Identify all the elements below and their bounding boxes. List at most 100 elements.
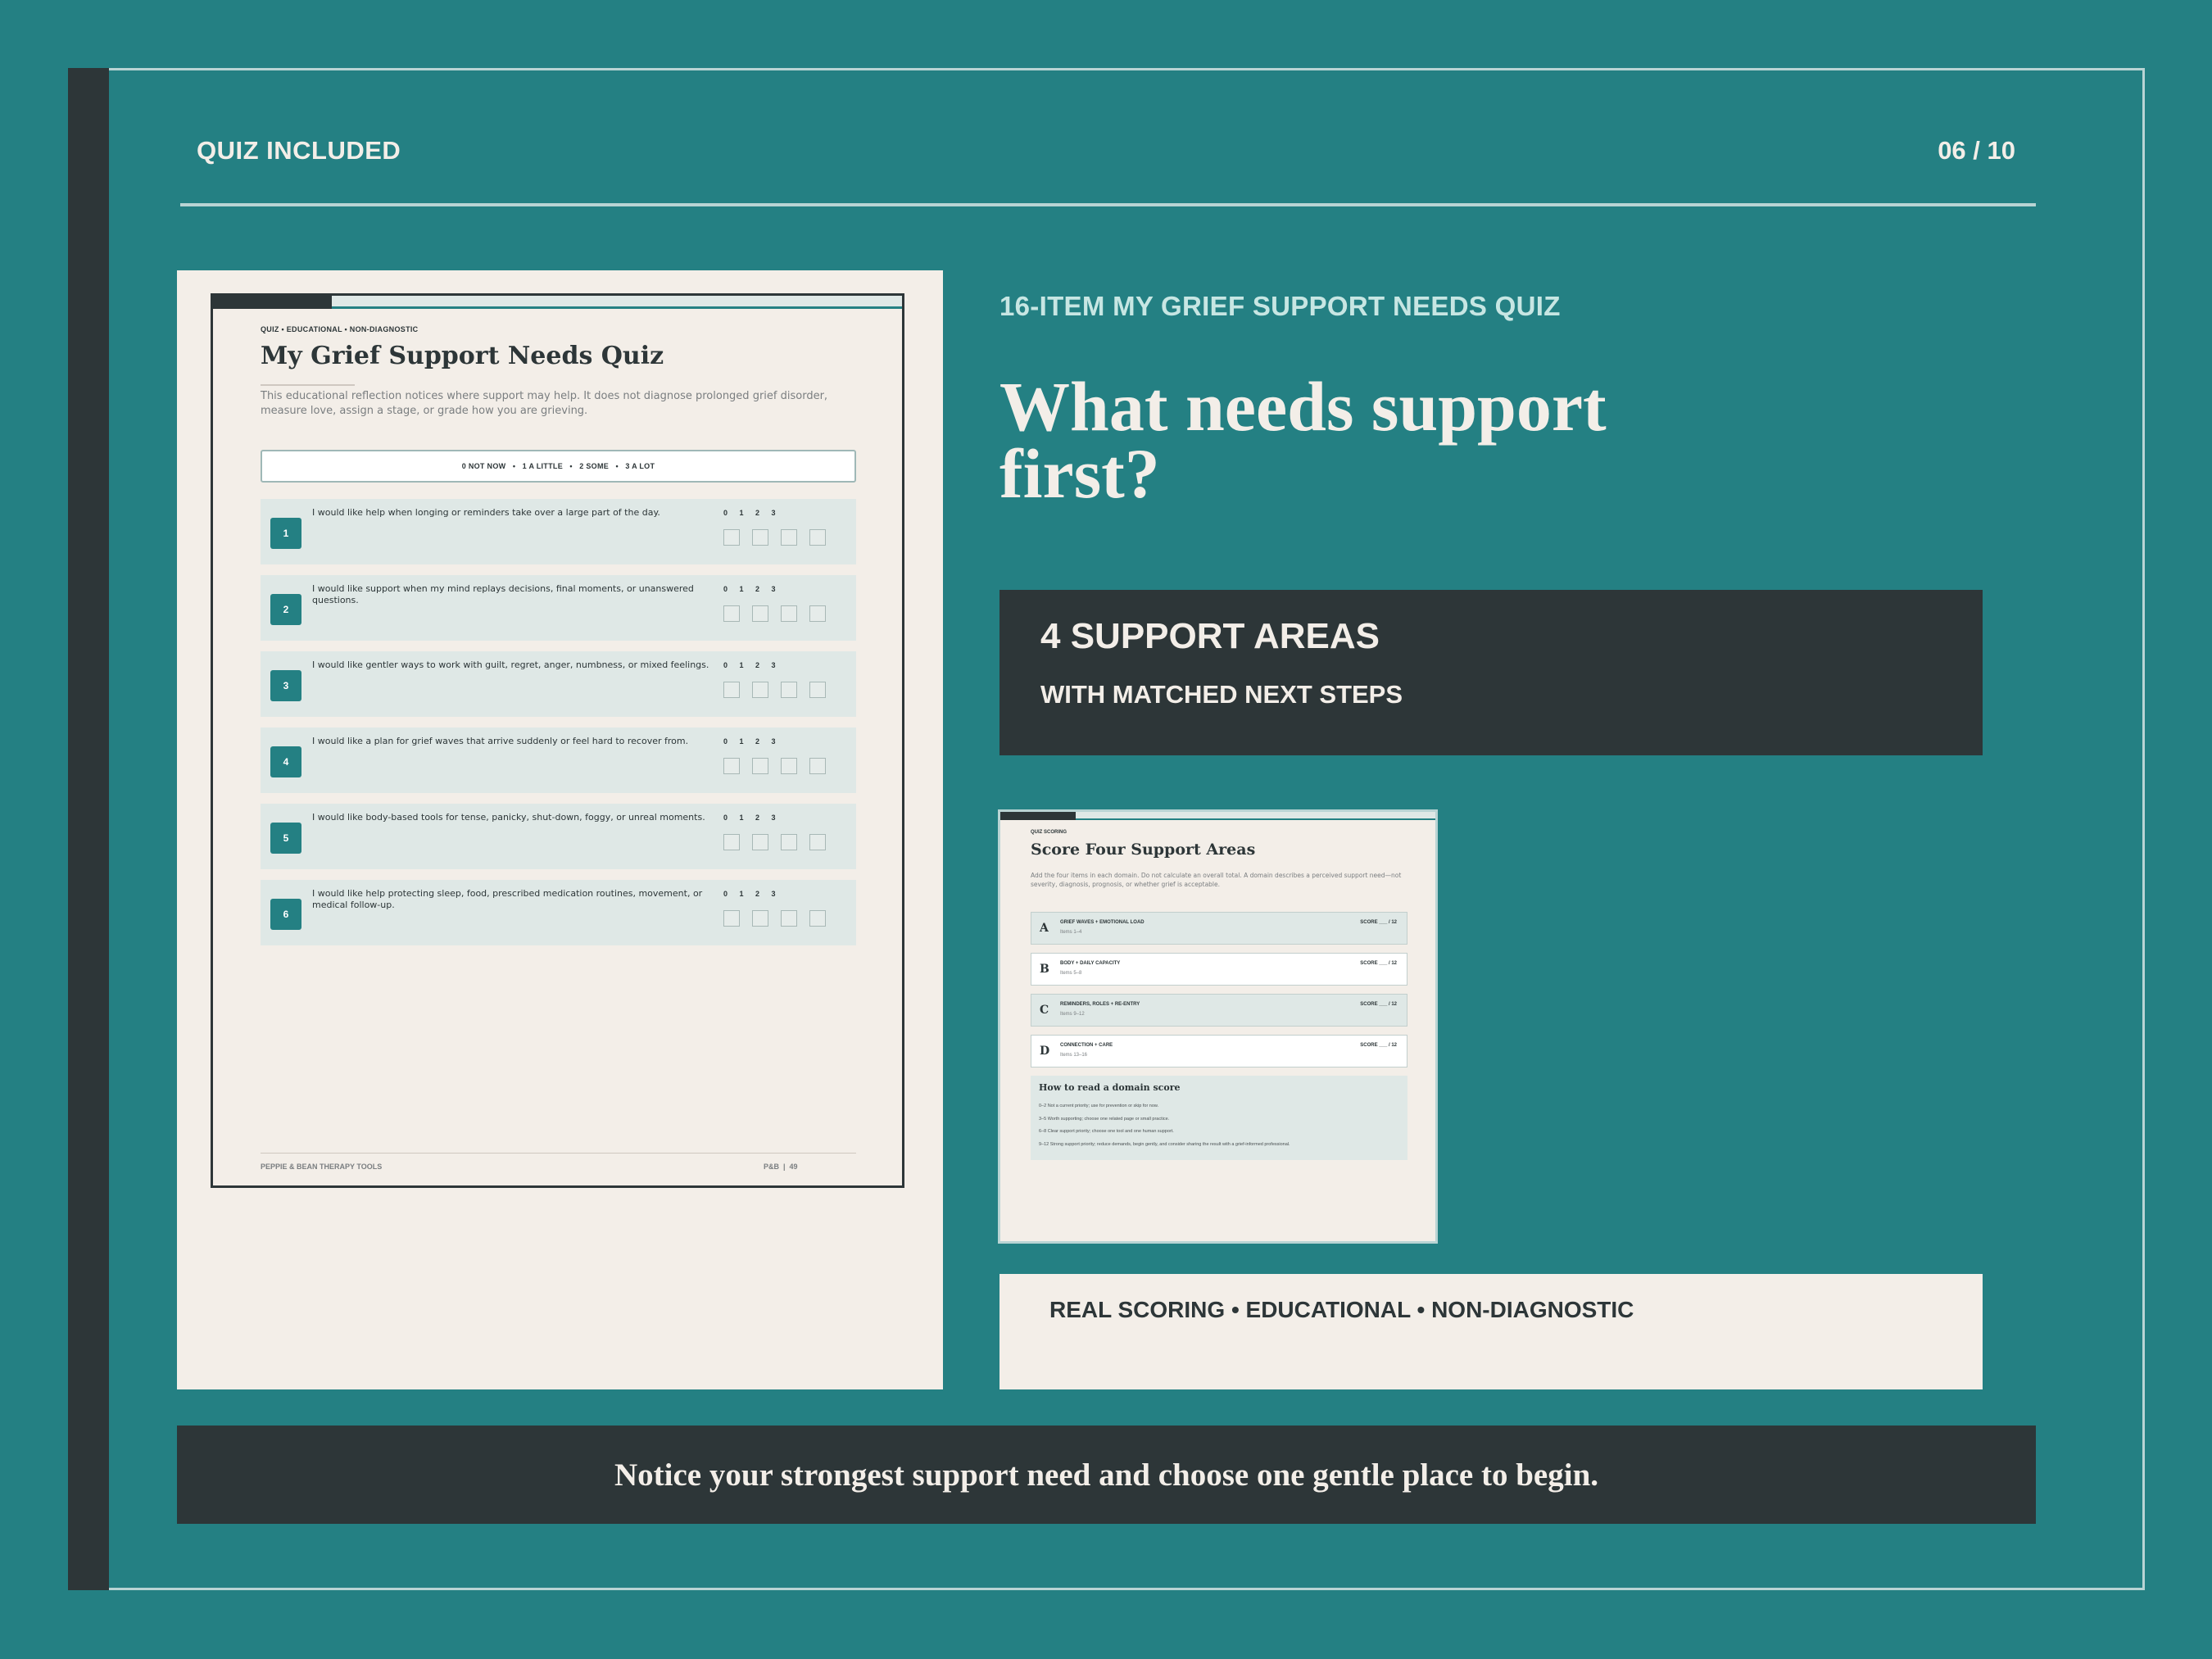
score-guide: How to read a domain score 0–2 Not a cur… bbox=[1031, 1076, 1407, 1160]
bottom-message: Notice your strongest support need and c… bbox=[614, 1457, 1599, 1493]
rating-checkbox[interactable] bbox=[723, 834, 740, 850]
quiz-item-number: 5 bbox=[270, 823, 301, 854]
quiz-item-scale-numbers: 0 1 2 3 bbox=[723, 661, 776, 669]
domain-score: SCORE ___ / 12 bbox=[1360, 961, 1397, 966]
rating-checkbox[interactable] bbox=[752, 910, 768, 927]
quiz-page-sheet: QUIZ • EDUCATIONAL • NON-DIAGNOSTIC My G… bbox=[211, 293, 904, 1188]
quiz-page-preview: QUIZ • EDUCATIONAL • NON-DIAGNOSTIC My G… bbox=[177, 270, 943, 1389]
score-guide-title: How to read a domain score bbox=[1039, 1082, 1181, 1093]
domain-name: CONNECTION + CARE bbox=[1060, 1043, 1113, 1048]
quiz-item-text: I would like gentler ways to work with g… bbox=[312, 660, 709, 670]
quiz-item-scale-numbers: 0 1 2 3 bbox=[723, 890, 776, 898]
domain-letter: C bbox=[1040, 1004, 1049, 1017]
quiz-item-checkboxes bbox=[723, 910, 826, 927]
quiz-item-text: I would like a plan for grief waves that… bbox=[312, 736, 689, 746]
quiz-item-text: I would like body-based tools for tense,… bbox=[312, 812, 705, 823]
score-guide-lines: 0–2 Not a current priority; use for prev… bbox=[1039, 1100, 1290, 1151]
quiz-item-checkboxes bbox=[723, 605, 826, 622]
rating-checkbox[interactable] bbox=[781, 682, 797, 698]
domain-row: C REMINDERS, ROLES + RE-ENTRY Items 9–12… bbox=[1031, 994, 1407, 1027]
scoring-page-preview: QUIZ SCORING Score Four Support Areas Ad… bbox=[998, 809, 1438, 1244]
domain-items: Items 1–4 bbox=[1060, 930, 1082, 935]
score-guide-line: 9–12 Strong support priority; reduce dem… bbox=[1039, 1141, 1290, 1147]
rating-checkbox[interactable] bbox=[723, 529, 740, 546]
quiz-item-text: I would like help when longing or remind… bbox=[312, 507, 660, 518]
rating-checkbox[interactable] bbox=[781, 834, 797, 850]
score-guide-line: 3–5 Worth supporting; choose one related… bbox=[1039, 1116, 1170, 1122]
quiz-item-scale-numbers: 0 1 2 3 bbox=[723, 814, 776, 822]
quiz-item-number: 3 bbox=[270, 670, 301, 701]
quiz-item: 5 I would like body-based tools for tens… bbox=[261, 804, 856, 869]
quiz-item: 4 I would like a plan for grief waves th… bbox=[261, 728, 856, 793]
rating-checkbox[interactable] bbox=[781, 758, 797, 774]
quiz-page-eyebrow: QUIZ • EDUCATIONAL • NON-DIAGNOSTIC bbox=[261, 325, 419, 333]
quiz-item-number: 4 bbox=[270, 746, 301, 777]
rating-checkbox[interactable] bbox=[781, 910, 797, 927]
rating-checkbox[interactable] bbox=[809, 682, 826, 698]
quiz-item-list: 1 I would like help when longing or remi… bbox=[261, 499, 856, 956]
quiz-page-intro: This educational reflection notices wher… bbox=[261, 390, 828, 417]
domain-row: D CONNECTION + CARE Items 13–16 SCORE __… bbox=[1031, 1035, 1407, 1067]
domain-letter: A bbox=[1040, 922, 1049, 935]
header-divider bbox=[180, 203, 2036, 206]
section-eyebrow: 16-ITEM MY GRIEF SUPPORT NEEDS QUIZ bbox=[999, 291, 1561, 321]
quiz-page-title: My Grief Support Needs Quiz bbox=[261, 342, 664, 370]
scoring-page-title: Score Four Support Areas bbox=[1031, 841, 1256, 859]
rating-checkbox[interactable] bbox=[752, 834, 768, 850]
rating-checkbox[interactable] bbox=[809, 834, 826, 850]
quiz-item: 1 I would like help when longing or remi… bbox=[261, 499, 856, 564]
rating-checkbox[interactable] bbox=[723, 605, 740, 622]
rating-checkbox[interactable] bbox=[781, 529, 797, 546]
quiz-page-footer-rule bbox=[261, 1153, 856, 1154]
domain-score: SCORE ___ / 12 bbox=[1360, 1002, 1397, 1007]
domain-list: A GRIEF WAVES + EMOTIONAL LOAD Items 1–4… bbox=[1031, 912, 1407, 1076]
quiz-page-top-band bbox=[332, 296, 902, 309]
support-areas-banner: 4 SUPPORT AREAS WITH MATCHED NEXT STEPS bbox=[999, 590, 1983, 755]
domain-items: Items 13–16 bbox=[1060, 1053, 1088, 1058]
scoring-page-eyebrow: QUIZ SCORING bbox=[1031, 830, 1067, 835]
domain-row: A GRIEF WAVES + EMOTIONAL LOAD Items 1–4… bbox=[1031, 912, 1407, 945]
quiz-item-scale-numbers: 0 1 2 3 bbox=[723, 737, 776, 746]
domain-letter: D bbox=[1040, 1045, 1050, 1058]
scoring-page-top-band bbox=[1076, 812, 1435, 820]
domain-letter: B bbox=[1040, 963, 1049, 976]
side-accent-bar bbox=[68, 68, 109, 1590]
support-areas-title: 4 SUPPORT AREAS bbox=[1040, 616, 1380, 656]
rating-checkbox[interactable] bbox=[809, 529, 826, 546]
rating-checkbox[interactable] bbox=[723, 758, 740, 774]
score-guide-line: 6–8 Clear support priority; choose one t… bbox=[1039, 1129, 1174, 1134]
quiz-item: 6 I would like help protecting sleep, fo… bbox=[261, 880, 856, 945]
quiz-item: 2 I would like support when my mind repl… bbox=[261, 575, 856, 641]
quiz-page-footer-number: P&B | 49 bbox=[764, 1163, 798, 1171]
quiz-item-text: I would like support when my mind replay… bbox=[312, 583, 694, 605]
quiz-item-checkboxes bbox=[723, 682, 826, 698]
quiz-item-checkboxes bbox=[723, 529, 826, 546]
quiz-page-top-tab bbox=[213, 296, 332, 309]
rating-checkbox[interactable] bbox=[752, 758, 768, 774]
rating-checkbox[interactable] bbox=[752, 529, 768, 546]
scoring-page-intro: Add the four items in each domain. Do no… bbox=[1031, 872, 1402, 888]
rating-checkbox[interactable] bbox=[723, 910, 740, 927]
quiz-item-scale-numbers: 0 1 2 3 bbox=[723, 509, 776, 517]
slide-headline: What needs support first? bbox=[999, 367, 1607, 513]
quiz-item-checkboxes bbox=[723, 758, 826, 774]
rating-checkbox[interactable] bbox=[809, 910, 826, 927]
quiz-item-number: 1 bbox=[270, 518, 301, 549]
rating-checkbox[interactable] bbox=[752, 682, 768, 698]
rating-checkbox[interactable] bbox=[781, 605, 797, 622]
domain-name: GRIEF WAVES + EMOTIONAL LOAD bbox=[1060, 920, 1145, 925]
tagline-text: REAL SCORING • EDUCATIONAL • NON-DIAGNOS… bbox=[1049, 1297, 1634, 1322]
domain-row: B BODY + DAILY CAPACITY Items 5–8 SCORE … bbox=[1031, 953, 1407, 986]
rating-checkbox[interactable] bbox=[809, 758, 826, 774]
rating-checkbox[interactable] bbox=[723, 682, 740, 698]
quiz-item-text: I would like help protecting sleep, food… bbox=[312, 888, 703, 910]
page-counter: 06 / 10 bbox=[1938, 136, 2015, 165]
header-label: QUIZ INCLUDED bbox=[197, 136, 401, 165]
domain-name: BODY + DAILY CAPACITY bbox=[1060, 961, 1121, 966]
tagline-box: REAL SCORING • EDUCATIONAL • NON-DIAGNOS… bbox=[999, 1274, 1983, 1389]
rating-checkbox[interactable] bbox=[752, 605, 768, 622]
rating-checkbox[interactable] bbox=[809, 605, 826, 622]
quiz-title-underline bbox=[261, 384, 355, 386]
quiz-item: 3 I would like gentler ways to work with… bbox=[261, 651, 856, 717]
domain-score: SCORE ___ / 12 bbox=[1360, 1043, 1397, 1048]
